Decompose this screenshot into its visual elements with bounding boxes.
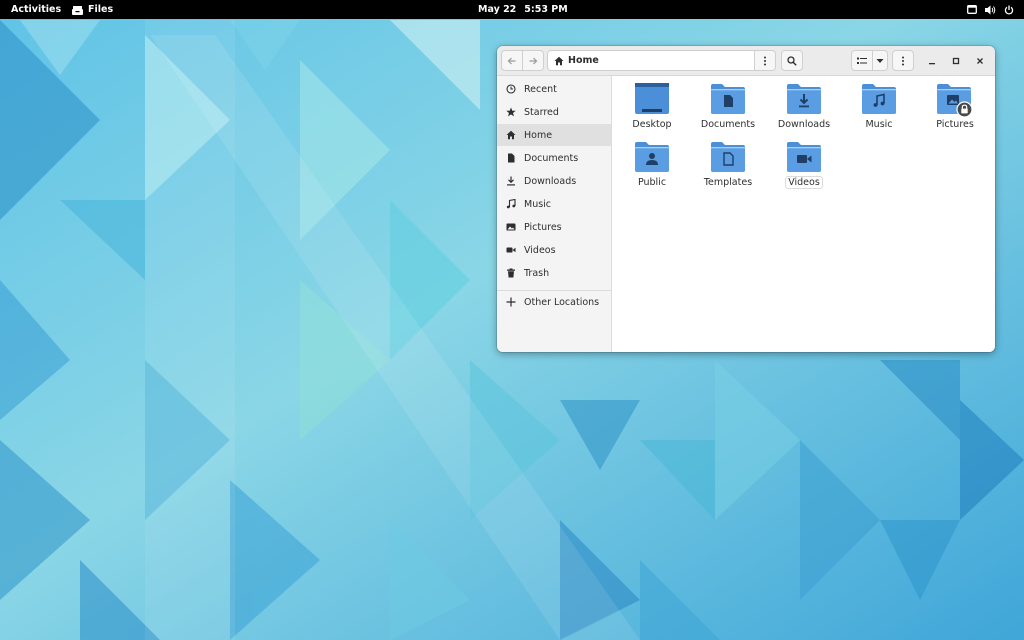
home-icon (506, 130, 516, 140)
sidebar-item-videos[interactable]: Videos (497, 239, 611, 261)
kebab-menu-icon (764, 56, 766, 65)
sidebar-item-music[interactable]: Music (497, 193, 611, 215)
music-folder-icon (862, 84, 896, 114)
music-icon (506, 199, 516, 209)
clock-icon (506, 84, 516, 94)
sidebar-item-label: Videos (524, 244, 556, 256)
view-mode-button[interactable] (851, 50, 873, 71)
sidebar-item-recent[interactable]: Recent (497, 78, 611, 100)
picture-icon (506, 223, 516, 231)
power-icon[interactable] (1004, 5, 1014, 15)
activities-button[interactable]: Activities (11, 0, 61, 19)
view-options-button[interactable] (872, 50, 888, 71)
chevron-down-icon (876, 58, 884, 63)
sidebar-item-trash[interactable]: Trash (497, 262, 611, 284)
desktop-folder-icon (635, 83, 669, 114)
file-label: Templates (703, 177, 753, 188)
maximize-button[interactable] (948, 53, 964, 69)
path-menu-button[interactable] (754, 50, 776, 71)
close-icon (977, 58, 983, 64)
system-tray[interactable] (967, 0, 1014, 19)
documents-folder-icon (711, 84, 745, 114)
sidebar-item-label: Starred (524, 106, 559, 118)
minimize-icon (929, 63, 935, 65)
folder-documents[interactable]: Documents (692, 82, 764, 138)
sidebar-item-label: Recent (524, 83, 557, 95)
list-view-icon (857, 57, 867, 64)
top-bar: Activities Files May 22 5:53 PM (0, 0, 1024, 19)
file-label: Music (865, 119, 893, 130)
public-folder-icon (635, 142, 669, 172)
home-icon (554, 56, 564, 65)
kebab-menu-icon (902, 56, 904, 65)
folder-templates[interactable]: Templates (692, 140, 764, 196)
volume-icon[interactable] (985, 5, 996, 15)
sidebar-item-other-locations[interactable]: Other Locations (497, 291, 611, 313)
forward-button[interactable] (522, 50, 544, 71)
pictures-folder-icon (937, 84, 973, 118)
file-label: Desktop (632, 119, 672, 130)
path-bar[interactable]: Home (547, 50, 755, 71)
arrow-right-icon (529, 57, 538, 64)
folder-pictures[interactable]: Pictures (919, 82, 991, 138)
sidebar-item-pictures[interactable]: Pictures (497, 216, 611, 238)
sidebar-item-downloads[interactable]: Downloads (497, 170, 611, 192)
sidebar-item-starred[interactable]: Starred (497, 101, 611, 123)
app-menu-button[interactable]: Files (72, 0, 113, 19)
screen-icon[interactable] (967, 5, 977, 14)
sidebar-item-label: Downloads (524, 175, 577, 187)
clock-date: May 22 (478, 4, 517, 15)
app-menu-label: Files (88, 4, 114, 15)
files-window: Home Recent Starred Home Documents Downl… (497, 46, 995, 352)
sidebar-item-home[interactable]: Home (497, 124, 611, 146)
video-icon (506, 247, 516, 253)
star-icon (506, 107, 516, 117)
files-app-icon (72, 5, 83, 15)
file-label: Pictures (936, 119, 974, 130)
folder-desktop[interactable]: Desktop (616, 82, 688, 138)
sidebar: Recent Starred Home Documents Downloads … (497, 76, 612, 352)
folder-public[interactable]: Public (616, 140, 688, 196)
folder-music[interactable]: Music (843, 82, 915, 138)
download-icon (507, 176, 515, 186)
file-label: Documents (700, 119, 756, 130)
header-bar: Home (497, 46, 995, 76)
path-label: Home (568, 55, 599, 66)
folder-videos[interactable]: Videos (768, 140, 840, 196)
videos-folder-icon (787, 142, 821, 172)
search-button[interactable] (781, 50, 803, 71)
sidebar-item-label: Pictures (524, 221, 562, 233)
templates-folder-icon (711, 142, 745, 172)
sidebar-item-label: Trash (524, 267, 550, 279)
sidebar-item-label: Documents (524, 152, 579, 164)
sidebar-item-label: Home (524, 129, 553, 141)
sidebar-item-documents[interactable]: Documents (497, 147, 611, 169)
sidebar-item-label: Music (524, 198, 552, 210)
lock-badge-icon (956, 101, 973, 118)
main-menu-button[interactable] (892, 50, 914, 71)
clock-button[interactable]: May 22 5:53 PM (478, 0, 568, 19)
maximize-icon (952, 57, 960, 65)
folder-downloads[interactable]: Downloads (768, 82, 840, 138)
minimize-button[interactable] (924, 53, 940, 69)
file-grid: Desktop Documents Downloads Music Pictur… (612, 76, 995, 352)
file-label: Downloads (777, 119, 831, 130)
downloads-folder-icon (787, 84, 821, 114)
sidebar-item-label: Other Locations (524, 296, 600, 308)
close-button[interactable] (972, 53, 988, 69)
file-label: Public (637, 177, 667, 188)
search-icon (787, 55, 797, 66)
clock-time: 5:53 PM (524, 4, 568, 15)
trash-icon (507, 268, 515, 278)
back-button[interactable] (501, 50, 523, 71)
plus-icon (506, 297, 516, 307)
arrow-left-icon (507, 57, 516, 64)
document-icon (508, 153, 515, 163)
file-label: Videos (785, 176, 823, 189)
